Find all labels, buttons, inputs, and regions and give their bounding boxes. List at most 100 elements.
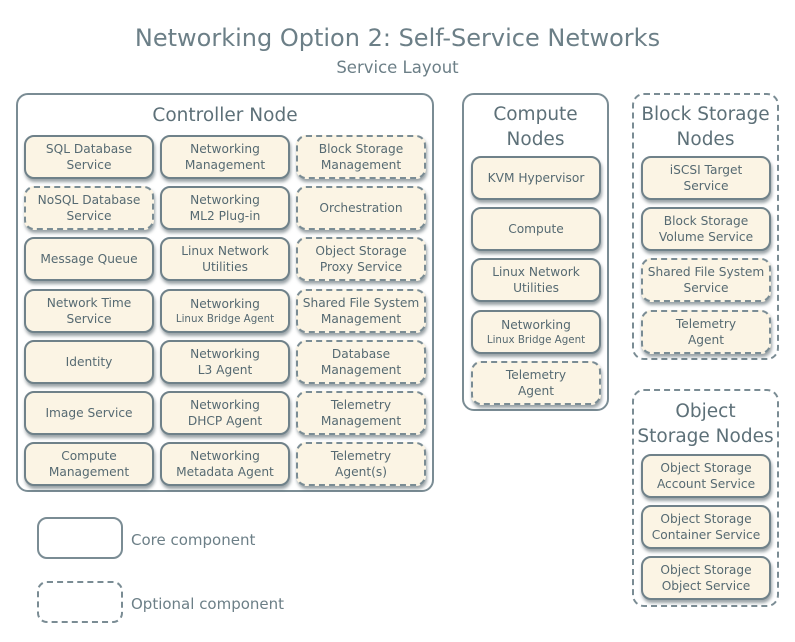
service-telemetry-agent: Telemetry Agent [641,309,771,354]
compute-nodes-title-line2: Nodes [506,129,565,150]
service-label-line1: Linux Network [492,265,580,280]
service-telemetry-agent-s: Telemetry Agent(s) [296,442,426,487]
service-label-line1: Telemetry [505,367,567,382]
service-label-line1: NoSQL Database [37,193,141,208]
service-label-line2: Agent [517,383,555,398]
service-iscsi-target-service: iSCSI Target Service [641,156,771,200]
service-label-line1: Database [331,346,391,361]
service-networking-ml2-plug-in: Networking ML2 Plug-in [160,186,290,231]
diagram-title: Networking Option 2: Self-Service Networ… [134,24,661,52]
service-label-line1: SQL Database [45,142,133,156]
service-shared-file-system-service: Shared File System Service [641,258,771,303]
service-label-line2: Management [320,414,402,428]
object-storage-nodes-title-line1: Object [675,401,736,422]
service-label-line1: Networking [190,449,260,464]
service-label-line1: Network Time [46,295,132,310]
service-label-line2: Utilities [513,281,559,296]
service-label-line1: Telemetry [330,398,392,412]
service-label-line2: Management [48,465,130,480]
service-label-line2: ML2 Plug-in [189,209,261,224]
service-compute: Compute [471,207,601,252]
service-label-line1: Compute [61,449,117,464]
service-database-management: Database Management [296,339,426,384]
service-label-line2: Agent(s) [335,465,387,480]
service-label-line1: iSCSI Target [669,163,743,177]
service-telemetry-agent: Telemetry Agent [471,360,601,405]
block-storage-nodes-title-line2: Nodes [676,129,735,150]
service-label-line2: Service [683,179,729,193]
service-block-storage-management: Block Storage Management [296,135,426,179]
service-network-time-service: Network Time Service [24,288,154,333]
service-label-line1: Linux Network [181,244,269,259]
service-label-line2: Agent [687,332,725,347]
service-label-line1: Networking [190,142,260,156]
service-linux-network-utilities: Linux Network Utilities [471,258,601,303]
service-label-line1: Telemetry [330,449,392,464]
service-label-line1: Object Storage [660,563,752,578]
legend-core-label: Core component [131,531,256,549]
legend-optional-label: Optional component [131,595,285,613]
service-label-line2: Management [184,158,266,172]
service-label-line1: KVM Hypervisor [487,171,585,185]
service-label-line2: Utilities [202,260,248,275]
compute-nodes-title-line1: Compute [493,104,578,125]
service-label-line1: Networking [190,398,260,412]
service-object-storage-account-service: Object Storage Account Service [641,454,771,498]
service-telemetry-management: Telemetry Management [296,391,426,435]
service-label-line2: Object Service [661,579,751,594]
service-shared-file-system-management: Shared File System Management [296,288,426,333]
service-orchestration: Orchestration [296,186,426,231]
service-label-line2: DHCP Agent [187,414,263,428]
service-label-line2: Service [66,158,112,172]
service-kvm-hypervisor: KVM Hypervisor [471,156,601,200]
service-label-line2: Container Service [651,528,761,543]
service-object-storage-object-service: Object Storage Object Service [641,556,771,601]
diagram-subtitle: Service Layout [336,58,459,77]
legend-core-swatch [37,517,123,559]
service-label-line1: Image Service [45,406,133,420]
service-label-line2: Account Service [656,477,756,491]
service-object-storage-proxy-service: Object Storage Proxy Service [296,237,426,282]
compute-nodes-title: Compute Nodes [464,102,607,152]
service-label-line1: Shared File System [302,295,420,310]
service-networking-linux-bridge-agent: Networking Linux Bridge Agent [471,309,601,354]
service-networking-l3-agent: Networking L3 Agent [160,339,290,384]
service-networking-metadata-agent: Networking Metadata Agent [160,442,290,487]
service-identity: Identity [24,339,154,384]
service-networking-dhcp-agent: Networking DHCP Agent [160,391,290,435]
service-label-line2: Management [320,158,402,172]
service-label-line1: Block Storage [663,214,749,229]
service-label-line1: Object Storage [660,512,752,527]
service-label-line2: Linux Bridge Agent [486,333,586,346]
service-label-line1: Block Storage [318,142,404,156]
service-label-line1: Networking [190,193,260,208]
service-label-line1: Networking [190,346,260,361]
service-label-line1: Networking [190,296,260,311]
service-label-line2: Linux Bridge Agent [175,312,275,325]
object-storage-nodes-title-line2: Storage Nodes [637,426,774,447]
service-label-line2: L3 Agent [197,362,253,377]
legend-optional-swatch [37,581,123,623]
service-label-line2: Proxy Service [319,260,403,275]
service-label-line2: Management [320,311,402,326]
service-nosql-database-service: NoSQL Database Service [24,186,154,231]
service-message-queue: Message Queue [24,237,154,282]
service-label-line2: Volume Service [658,230,754,245]
block-storage-nodes-title: Block Storage Nodes [634,102,777,152]
service-label-line1: Shared File System [647,265,765,280]
service-label-line1: Object Storage [315,244,407,259]
service-linux-network-utilities: Linux Network Utilities [160,237,290,282]
service-object-storage-container-service: Object Storage Container Service [641,505,771,550]
service-label-line1: Compute [508,222,564,237]
service-sql-database-service: SQL Database Service [24,135,154,179]
service-label-line1: Object Storage [660,461,752,475]
service-label-line1: Identity [65,354,113,369]
service-label-line2: Metadata Agent [176,465,274,480]
service-block-storage-volume-service: Block Storage Volume Service [641,207,771,252]
service-networking-management: Networking Management [160,135,290,179]
service-compute-management: Compute Management [24,442,154,487]
service-label-line2: Management [320,362,402,377]
service-label-line2: Service [66,311,112,326]
controller-node-title: Controller Node [152,105,298,126]
service-label-line1: Message Queue [40,252,138,267]
